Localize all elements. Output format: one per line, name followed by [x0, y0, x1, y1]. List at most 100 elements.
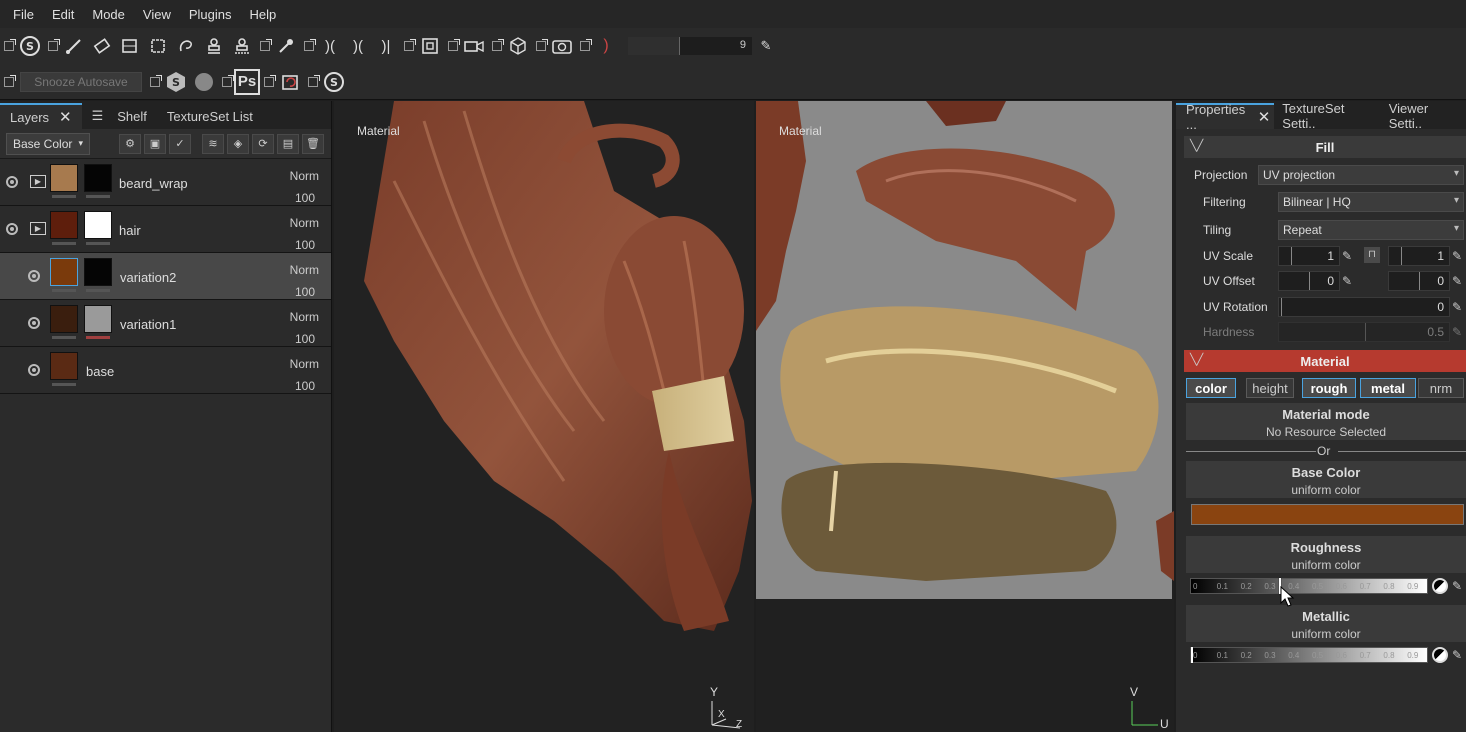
- layer-row[interactable]: variation2 Norm 100: [0, 253, 331, 300]
- channel-dropdown[interactable]: Base Color ▾: [6, 132, 90, 155]
- video-camera-icon[interactable]: [461, 33, 487, 59]
- close-icon[interactable]: ✕: [1258, 108, 1271, 126]
- base-color-swatch[interactable]: [1191, 504, 1464, 525]
- viewport-3d[interactable]: Material Y X Z: [334, 101, 754, 732]
- add-fill-layer-icon[interactable]: ◈: [227, 133, 249, 154]
- material-ball-icon[interactable]: [1432, 578, 1448, 594]
- popout-icon[interactable]: [260, 39, 272, 51]
- edit-pencil-icon[interactable]: ✎: [1342, 249, 1356, 263]
- layer-row[interactable]: ▶ hair Norm 100: [0, 206, 331, 253]
- symmetry-icon[interactable]: )(: [317, 33, 343, 59]
- popout-icon[interactable]: [150, 74, 162, 87]
- cube-view-icon[interactable]: [505, 33, 531, 59]
- edit-pencil-icon[interactable]: ✎: [1452, 648, 1466, 662]
- uv-rotation-field[interactable]: 0: [1278, 297, 1450, 317]
- layer-mask-thumbnail[interactable]: [84, 164, 112, 192]
- tab-textureset-list[interactable]: TextureSet List: [157, 103, 263, 129]
- layer-opacity[interactable]: 100: [295, 191, 315, 205]
- clear-mask-icon[interactable]: ✓: [169, 133, 191, 154]
- popout-icon[interactable]: [304, 39, 316, 51]
- projection-icon[interactable]: [117, 33, 143, 59]
- delete-layer-icon[interactable]: 🗑: [302, 133, 324, 154]
- popout-icon[interactable]: [404, 39, 416, 51]
- popout-icon[interactable]: [222, 74, 234, 87]
- folder-icon[interactable]: ▶: [30, 175, 46, 188]
- uv-scale-b-field[interactable]: 1: [1388, 246, 1450, 266]
- camera-fit-icon[interactable]: [417, 33, 443, 59]
- add-effect-icon[interactable]: ⚙: [119, 133, 141, 154]
- tab-textureset-settings[interactable]: TextureSet Setti..: [1274, 101, 1382, 131]
- uv-offset-a-field[interactable]: 0: [1278, 271, 1340, 291]
- layer-opacity[interactable]: 100: [295, 332, 315, 346]
- fill-section-header[interactable]: ╲╱ Fill: [1184, 136, 1466, 158]
- clone-stamp-icon[interactable]: [201, 33, 227, 59]
- resources-updater-icon[interactable]: [277, 69, 303, 95]
- material-section-header[interactable]: ╲╱ Material: [1184, 350, 1466, 372]
- channel-chip-nrm[interactable]: nrm: [1418, 378, 1464, 398]
- edit-pencil-icon[interactable]: ✎: [753, 33, 779, 59]
- tiling-select[interactable]: Repeat: [1278, 220, 1464, 240]
- layer-blend-mode[interactable]: Norm: [290, 169, 319, 183]
- material-picker-icon[interactable]: [229, 33, 255, 59]
- visibility-eye-icon[interactable]: [6, 176, 18, 188]
- tab-shelf[interactable]: ☰ Shelf: [82, 103, 157, 129]
- material-ball-icon[interactable]: [1432, 647, 1448, 663]
- close-icon[interactable]: ✕: [59, 108, 72, 126]
- snooze-autosave-button[interactable]: Snooze Autosave: [20, 71, 142, 92]
- edit-pencil-icon[interactable]: ✎: [1452, 300, 1466, 314]
- filtering-select[interactable]: Bilinear | HQ: [1278, 192, 1464, 212]
- brush-size-slider[interactable]: 9: [628, 37, 752, 55]
- viewport-2d[interactable]: Material V U: [756, 101, 1174, 732]
- popout-icon[interactable]: [264, 74, 276, 87]
- layer-row[interactable]: base Norm 100: [0, 347, 331, 394]
- layer-blend-mode[interactable]: Norm: [290, 216, 319, 230]
- menu-plugins[interactable]: Plugins: [180, 7, 241, 22]
- photoshop-export-button[interactable]: Ps: [234, 68, 260, 95]
- menu-help[interactable]: Help: [240, 7, 285, 22]
- layer-opacity[interactable]: 100: [295, 238, 315, 252]
- layer-blend-mode[interactable]: Norm: [290, 263, 319, 277]
- menu-view[interactable]: View: [134, 7, 180, 22]
- layer-row[interactable]: ▶ beard_wrap Norm 100: [0, 159, 331, 206]
- iray-render-icon[interactable]: ): [593, 33, 619, 59]
- symmetry-x-icon[interactable]: )(: [345, 33, 371, 59]
- layer-mask-thumbnail[interactable]: [84, 305, 112, 333]
- visibility-eye-icon[interactable]: [28, 317, 40, 329]
- tab-viewer-settings[interactable]: Viewer Setti..: [1383, 101, 1466, 131]
- screenshot-icon[interactable]: [549, 33, 575, 59]
- menu-mode[interactable]: Mode: [83, 7, 134, 22]
- tab-properties[interactable]: Properties ... ✕: [1176, 102, 1275, 132]
- substance-source-icon[interactable]: S: [163, 69, 189, 95]
- menu-file[interactable]: File: [4, 7, 43, 22]
- popout-icon[interactable]: [580, 39, 592, 51]
- paint-brush-icon[interactable]: [61, 33, 87, 59]
- eraser-icon[interactable]: [89, 33, 115, 59]
- layer-mask-thumbnail[interactable]: [84, 211, 112, 239]
- layer-opacity[interactable]: 100: [295, 379, 315, 393]
- layer-mask-thumbnail[interactable]: [84, 258, 112, 286]
- layer-row[interactable]: variation1 Norm 100: [0, 300, 331, 347]
- gradient-value-marker[interactable]: [1191, 647, 1193, 663]
- metallic-slider[interactable]: 0 0.1 0.2 0.3 0.4 0.5 0.6 0.7 0.8 0.9: [1190, 647, 1428, 663]
- layer-blend-mode[interactable]: Norm: [290, 310, 319, 324]
- menu-edit[interactable]: Edit: [43, 7, 83, 22]
- smudge-icon[interactable]: [173, 33, 199, 59]
- channel-chip-rough[interactable]: rough: [1302, 378, 1356, 398]
- popout-icon[interactable]: [48, 39, 60, 51]
- popout-icon[interactable]: [4, 74, 16, 87]
- add-folder-icon[interactable]: ▤: [277, 133, 299, 154]
- popout-icon[interactable]: [4, 39, 16, 51]
- projection-select[interactable]: UV projection: [1258, 165, 1464, 185]
- visibility-eye-icon[interactable]: [28, 270, 40, 282]
- duplicate-layer-icon[interactable]: ⟳: [252, 133, 274, 154]
- tab-layers[interactable]: Layers ✕: [0, 103, 82, 129]
- polygon-fill-icon[interactable]: [145, 33, 171, 59]
- edit-pencil-icon[interactable]: ✎: [1452, 249, 1466, 263]
- visibility-eye-icon[interactable]: [28, 364, 40, 376]
- visibility-eye-icon[interactable]: [6, 223, 18, 235]
- channel-chip-metal[interactable]: metal: [1360, 378, 1416, 398]
- layer-opacity[interactable]: 100: [295, 285, 315, 299]
- folder-icon[interactable]: ▶: [30, 222, 46, 235]
- substance-logo-icon[interactable]: S: [17, 33, 43, 59]
- add-mask-icon[interactable]: ▣: [144, 133, 166, 154]
